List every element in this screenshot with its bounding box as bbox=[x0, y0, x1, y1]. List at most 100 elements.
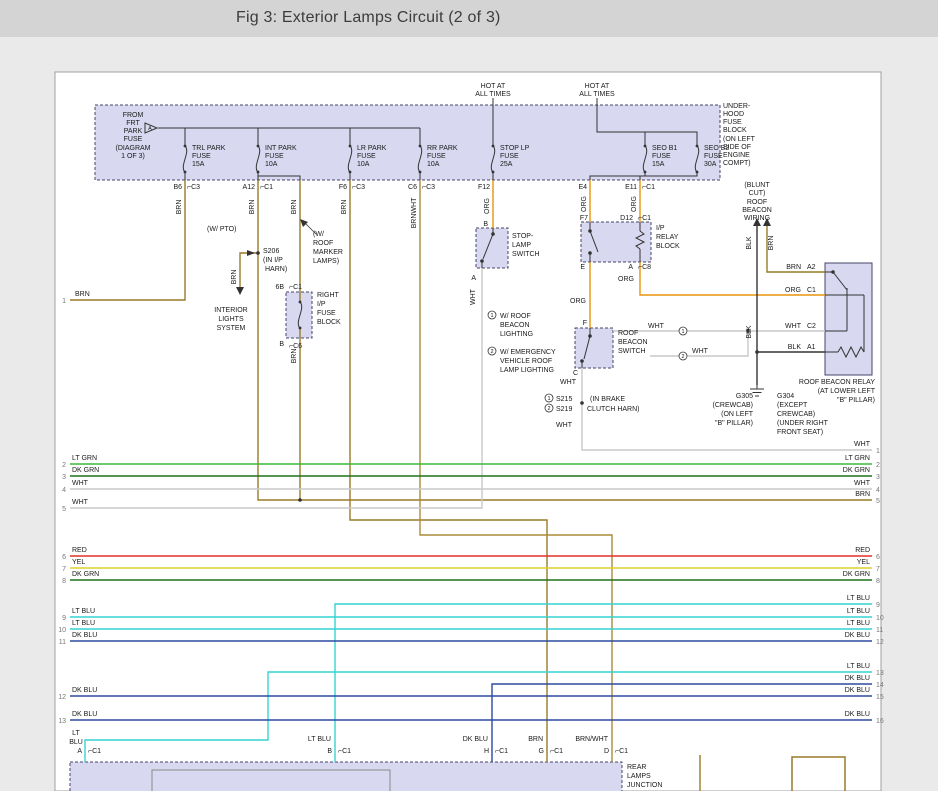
diagram-label: DK BLU bbox=[845, 675, 870, 682]
diagram-label: SEO B2 bbox=[704, 145, 729, 152]
underhood-fuse-block bbox=[95, 105, 720, 180]
diagram-label: 9 bbox=[876, 602, 880, 609]
diagram-label: DK GRN bbox=[72, 571, 99, 578]
diagram-label: BRN bbox=[249, 200, 256, 215]
rear-lamps-junction bbox=[70, 762, 622, 791]
diagram-label: LAMP LIGHTING bbox=[500, 367, 554, 374]
diagram-label: LT GRN bbox=[72, 455, 97, 462]
diagram-label: ORG bbox=[631, 196, 638, 212]
diagram-label: FUSE bbox=[265, 153, 284, 160]
diagram-label: (EXCEPT bbox=[777, 402, 808, 409]
junction-dot bbox=[480, 259, 484, 263]
diagram-label: YEL bbox=[72, 559, 85, 566]
diagram-label: RR PARK bbox=[427, 145, 458, 152]
diagram-label: A2 bbox=[807, 264, 816, 271]
diagram-label: BRN bbox=[855, 491, 870, 498]
diagram-label: BRN bbox=[231, 270, 238, 285]
diagram-label: C bbox=[573, 370, 578, 377]
diagram-label: S219 bbox=[556, 406, 572, 413]
option-circle-number: 2 bbox=[490, 349, 493, 355]
diagram-label: 11 bbox=[876, 627, 883, 634]
diagram-label: BLK bbox=[746, 325, 753, 339]
diagram-label: RED bbox=[855, 547, 870, 554]
diagram-label: WHT bbox=[72, 480, 89, 487]
diagram-label: E4 bbox=[578, 184, 587, 191]
diagram-label: G304 bbox=[777, 393, 794, 400]
diagram-label: BLK bbox=[788, 344, 802, 351]
fuse-terminal bbox=[644, 145, 647, 148]
diagram-label: 3 bbox=[876, 474, 880, 481]
diagram-label: BEACON bbox=[500, 322, 530, 329]
diagram-label: STOP- bbox=[512, 233, 534, 240]
diagram-label: 10A bbox=[427, 161, 440, 168]
diagram-label: B bbox=[483, 221, 488, 228]
diagram-label: ⌐C8 bbox=[638, 264, 651, 271]
diagram-label: 5 bbox=[62, 506, 66, 513]
diagram-label: LIGHTS bbox=[218, 316, 244, 323]
diagram-label: ORG bbox=[581, 196, 588, 212]
diagram-label: (DIAGRAM bbox=[116, 145, 151, 152]
diagram-label: WHT bbox=[648, 323, 665, 330]
diagram-label: JUNCTION bbox=[627, 782, 662, 789]
diagram-label: FUSE bbox=[124, 136, 143, 143]
diagram-label: CUT) bbox=[749, 190, 766, 197]
diagram-label: (W/ PTO) bbox=[207, 226, 236, 233]
diagram-label: ⌐C3 bbox=[187, 184, 200, 191]
diagram-label: FRONT SEAT) bbox=[777, 429, 823, 436]
diagram-label: CREWCAB) bbox=[777, 411, 815, 418]
diagram-label: BLOCK bbox=[723, 127, 747, 134]
diagram-label: D bbox=[604, 748, 609, 755]
diagram-label: REAR bbox=[627, 764, 646, 771]
diagram-label: 8 bbox=[876, 578, 880, 585]
diagram-label: LT BLU bbox=[847, 595, 870, 602]
junction-dot bbox=[755, 350, 759, 354]
diagram-label: F bbox=[583, 320, 587, 327]
diagram-label: DK GRN bbox=[843, 467, 870, 474]
diagram-label: RIGHT bbox=[317, 292, 340, 299]
page: { "title": "Fig 3: Exterior Lamps Circui… bbox=[0, 0, 938, 791]
diagram-label: ORG bbox=[618, 276, 634, 283]
diagram-label: E bbox=[580, 264, 585, 271]
diagram-label: RED bbox=[72, 547, 87, 554]
diagram-label: A bbox=[148, 126, 152, 132]
diagram-label: 2 bbox=[876, 462, 880, 469]
diagram-label: (ON LEFT bbox=[723, 136, 756, 143]
junction-dot bbox=[588, 334, 592, 338]
diagram-label: BRN bbox=[176, 200, 183, 215]
diagram-label: 1 bbox=[62, 298, 66, 305]
diagram-label: BLOCK bbox=[656, 243, 680, 250]
diagram-label: I/P bbox=[656, 225, 665, 232]
diagram-label: (AT LOWER LEFT bbox=[818, 388, 876, 395]
diagram-label: INT PARK bbox=[265, 145, 297, 152]
diagram-label: "B" PILLAR) bbox=[837, 397, 875, 404]
diagram-label: TRL PARK bbox=[192, 145, 226, 152]
fuse-terminal bbox=[696, 171, 699, 174]
diagram-label: 12 bbox=[58, 694, 66, 701]
diagram-label: C2 bbox=[807, 323, 816, 330]
diagram-label: (ON LEFT bbox=[721, 411, 754, 418]
diagram-label: FUSE bbox=[192, 153, 211, 160]
junction-dot bbox=[588, 229, 592, 233]
diagram-label: DK BLU bbox=[72, 687, 97, 694]
diagram-label: "B" PILLAR) bbox=[715, 420, 753, 427]
diagram-label: WHT bbox=[785, 323, 802, 330]
diagram-label: ⌐C1 bbox=[638, 215, 651, 222]
option-circle-number: 1 bbox=[547, 396, 550, 402]
diagram-label: WHT bbox=[470, 288, 477, 305]
diagram-label: ⌐C1 bbox=[88, 748, 101, 755]
fuse-terminal bbox=[419, 171, 422, 174]
diagram-label: COMPT) bbox=[723, 160, 751, 167]
diagram-label: DK BLU bbox=[72, 711, 97, 718]
diagram-label: B bbox=[279, 341, 284, 348]
diagram-label: 30A bbox=[704, 161, 717, 168]
fuse-terminal bbox=[257, 145, 260, 148]
diagram-label: 6 bbox=[876, 554, 880, 561]
diagram-label: FUSE bbox=[500, 153, 519, 160]
diagram-label: FUSE bbox=[723, 119, 742, 126]
diagram-label: W/ ROOF bbox=[500, 313, 531, 320]
junction-dot bbox=[256, 251, 260, 255]
diagram-label: 1 OF 3) bbox=[121, 153, 145, 160]
diagram-label: ENGINE bbox=[723, 152, 750, 159]
diagram-label: (BLUNT bbox=[744, 182, 770, 189]
diagram-label: DK BLU bbox=[845, 711, 870, 718]
